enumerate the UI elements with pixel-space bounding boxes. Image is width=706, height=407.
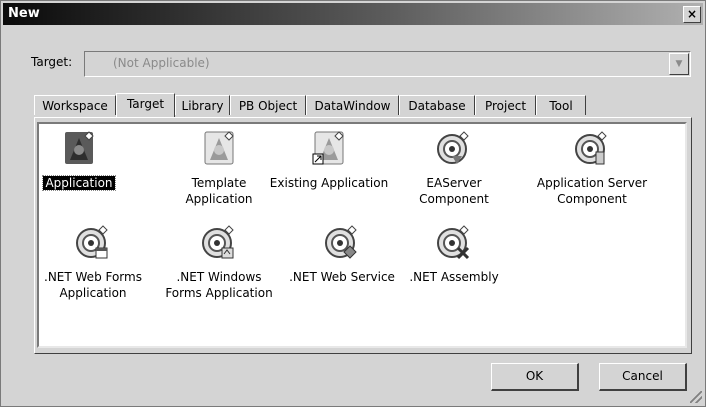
item-label: Application <box>42 175 116 191</box>
item-label-line2: Component <box>419 192 489 206</box>
cancel-label: Cancel <box>622 369 663 383</box>
tab-datawindow[interactable]: DataWindow <box>306 95 399 115</box>
net-assembly-icon <box>437 225 470 260</box>
item-label: EAServer <box>426 176 482 190</box>
new-dialog: New × Target: (Not Applicable) ▼ Workspa… <box>0 0 706 407</box>
item-net-assembly[interactable]: .NET Assembly <box>394 224 514 285</box>
item-label: Template <box>191 176 247 190</box>
item-easerver-component[interactable]: EAServer Component <box>394 130 514 207</box>
target-label: Target: <box>31 55 73 69</box>
item-label: .NET Windows <box>176 270 262 284</box>
easerver-component-icon <box>437 131 469 164</box>
tab-project[interactable]: Project <box>475 95 536 115</box>
item-label-line2: Application <box>59 286 127 300</box>
tab-workspace[interactable]: Workspace <box>34 95 116 115</box>
net-windows-forms-icon <box>202 225 234 259</box>
close-icon: × <box>686 7 698 21</box>
tab-library[interactable]: Library <box>175 95 230 115</box>
item-net-web-service[interactable]: .NET Web Service <box>282 224 402 285</box>
item-template-application[interactable]: Template Application <box>159 130 279 207</box>
close-button[interactable]: × <box>683 6 701 23</box>
dropdown-button[interactable]: ▼ <box>669 53 689 75</box>
tab-pb-object[interactable]: PB Object <box>230 95 306 115</box>
target-value: (Not Applicable) <box>113 56 210 70</box>
tab-label: Workspace <box>42 99 108 113</box>
item-label: .NET Web Service <box>289 270 395 284</box>
tab-database[interactable]: Database <box>399 95 475 115</box>
item-label: Existing Application <box>269 176 389 190</box>
item-label-line2: Forms Application <box>165 286 273 300</box>
existing-application-icon <box>312 131 344 165</box>
tab-tool[interactable]: Tool <box>536 95 586 115</box>
template-application-icon <box>204 131 234 165</box>
item-existing-application[interactable]: Existing Application <box>269 130 389 191</box>
chevron-down-icon: ▼ <box>675 59 683 69</box>
item-label: .NET Assembly <box>409 270 499 284</box>
item-net-web-forms-application[interactable]: .NET Web Forms Application <box>33 224 153 301</box>
tab-label: Library <box>181 99 224 113</box>
item-application[interactable]: Application <box>19 130 139 191</box>
resize-grip[interactable] <box>690 391 702 403</box>
application-icon <box>65 131 94 164</box>
ok-button[interactable]: OK <box>491 363 579 391</box>
item-label-line2: Component <box>557 192 627 206</box>
item-application-server-component[interactable]: Application Server Component <box>532 130 652 207</box>
cancel-button[interactable]: Cancel <box>599 363 687 391</box>
tab-label: PB Object <box>238 99 298 113</box>
item-net-windows-forms-application[interactable]: .NET Windows Forms Application <box>159 224 279 301</box>
item-label: Application Server <box>536 176 648 190</box>
tab-target[interactable]: Target <box>116 93 175 117</box>
target-dropdown[interactable]: (Not Applicable) ▼ <box>84 51 691 77</box>
net-web-forms-icon <box>76 225 108 259</box>
target-item-list: Application Template Application Existing… <box>37 122 687 348</box>
application-server-component-icon <box>575 131 607 165</box>
item-label-line2: Application <box>185 192 253 206</box>
tab-label: Database <box>408 99 466 113</box>
tab-label: DataWindow <box>314 99 391 113</box>
net-web-service-icon <box>325 225 357 259</box>
tab-label: Tool <box>549 99 573 113</box>
title-bar[interactable]: New × <box>3 3 703 25</box>
tab-label: Project <box>484 99 527 113</box>
ok-label: OK <box>525 369 544 383</box>
item-label: .NET Web Forms <box>44 270 142 284</box>
dialog-title: New <box>8 6 40 21</box>
tab-label: Target <box>126 97 165 111</box>
